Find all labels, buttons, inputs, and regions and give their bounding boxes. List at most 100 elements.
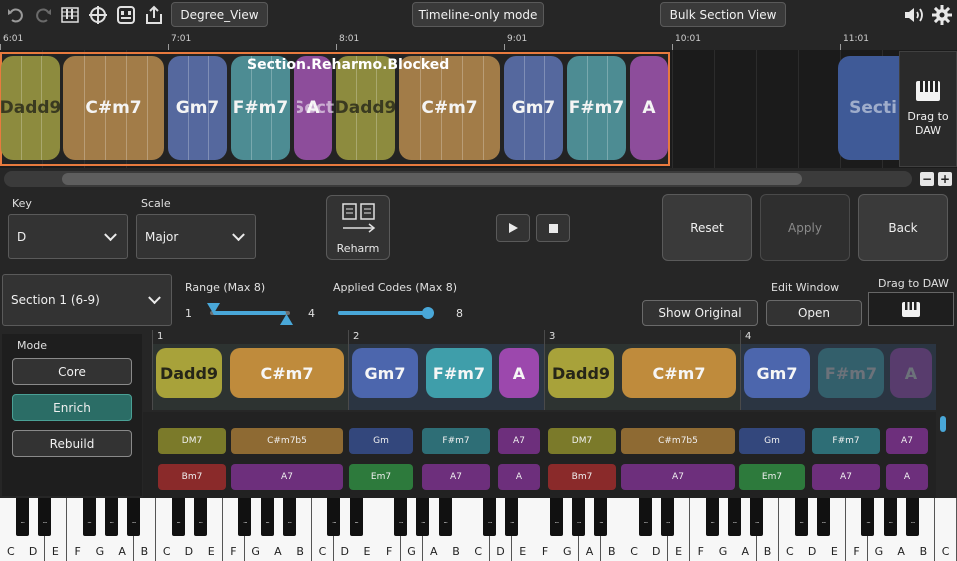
score-icon[interactable] bbox=[58, 3, 82, 27]
section-select[interactable]: Section 1 (6-9) bbox=[2, 274, 172, 326]
undo-icon[interactable] bbox=[4, 3, 28, 27]
drag-to-daw-button[interactable] bbox=[868, 292, 954, 326]
piano-black-key[interactable]: ... bbox=[505, 498, 519, 536]
timeline-ruler[interactable]: 6:01 7:01 8:01 9:01 10:01 11:01 bbox=[0, 30, 957, 50]
back-button[interactable]: Back bbox=[858, 194, 948, 261]
timeline-chord[interactable]: Gm7 bbox=[504, 56, 563, 160]
piano-black-key[interactable]: ... bbox=[483, 498, 497, 536]
suggestion-chord[interactable]: A7 bbox=[621, 464, 735, 490]
piano-black-key[interactable]: ... bbox=[38, 498, 51, 536]
timeline-track[interactable]: Dadd9 C#m7 Gm7 F#m7 A Secti Dadd9 C#m7 G… bbox=[0, 50, 957, 168]
piano-black-key[interactable]: ... bbox=[594, 498, 608, 536]
suggestion-chord[interactable]: Gm bbox=[739, 428, 805, 454]
suggestion-chord[interactable]: Em7 bbox=[349, 464, 413, 490]
mode-rebuild-button[interactable]: Rebuild bbox=[12, 430, 132, 457]
timeline-chord[interactable]: Gm7 bbox=[168, 56, 227, 160]
scrollbar-thumb[interactable] bbox=[62, 173, 802, 185]
piano-black-key[interactable]: ... bbox=[438, 498, 452, 536]
piano-black-key[interactable]: ... bbox=[127, 498, 141, 536]
piano-black-key[interactable]: ... bbox=[705, 498, 719, 536]
stop-button[interactable] bbox=[536, 214, 570, 242]
reharm-button[interactable]: Reharm bbox=[326, 195, 390, 260]
strip-chord[interactable]: Dadd9 bbox=[548, 348, 614, 398]
gear-icon[interactable] bbox=[930, 3, 954, 27]
timeline-chord[interactable]: F#m7 bbox=[567, 56, 626, 160]
piano-black-key[interactable]: ... bbox=[661, 498, 675, 536]
crosshair-icon[interactable] bbox=[86, 3, 110, 27]
piano-black-key[interactable]: ... bbox=[549, 498, 563, 536]
timeline-mode-button[interactable]: Timeline-only mode bbox=[412, 2, 544, 27]
reset-button[interactable]: Reset bbox=[662, 194, 752, 261]
timeline-chord[interactable]: A bbox=[630, 56, 668, 160]
range-start-handle[interactable] bbox=[207, 303, 220, 314]
piano-keyboard[interactable]: CDEFGABCDEFGABCDEFGABCDEFGABCDEFGABCDEFG… bbox=[0, 498, 957, 561]
piano-black-key[interactable]: ... bbox=[82, 498, 96, 536]
suggestion-chord[interactable]: A7 bbox=[498, 428, 540, 454]
export-icon[interactable] bbox=[142, 3, 166, 27]
piano-black-key[interactable]: ... bbox=[260, 498, 274, 536]
degree-view-button[interactable]: Degree_View bbox=[171, 2, 268, 27]
piano-black-key[interactable]: ... bbox=[349, 498, 363, 536]
mode-enrich-button[interactable]: Enrich bbox=[12, 394, 132, 421]
piano-black-key[interactable]: ... bbox=[282, 498, 296, 536]
piano-black-key[interactable]: ... bbox=[238, 498, 252, 536]
strip-chord[interactable]: A bbox=[499, 348, 539, 398]
strip-chord[interactable]: Gm7 bbox=[352, 348, 418, 398]
zoom-out-button[interactable]: − bbox=[920, 172, 934, 186]
suggestion-chord[interactable]: A bbox=[498, 464, 540, 490]
suggestion-chord[interactable]: Bm7 bbox=[548, 464, 616, 490]
timeline-scrollbar[interactable] bbox=[4, 171, 912, 187]
timeline-chord[interactable]: C#m7 bbox=[63, 56, 164, 160]
piano-black-key[interactable]: ... bbox=[883, 498, 897, 536]
speaker-icon[interactable] bbox=[902, 3, 926, 27]
piano-black-key[interactable]: ... bbox=[750, 498, 764, 536]
suggestion-chord[interactable]: DM7 bbox=[548, 428, 616, 454]
piano-black-key[interactable]: ... bbox=[861, 498, 875, 536]
strip-chord[interactable]: F#m7 bbox=[818, 348, 884, 398]
piano-black-key[interactable]: ... bbox=[15, 498, 29, 536]
strip-chord[interactable]: Dadd9 bbox=[156, 348, 222, 398]
suggestion-chord[interactable]: C#m7b5 bbox=[231, 428, 343, 454]
piano-black-key[interactable]: ... bbox=[794, 498, 808, 536]
open-edit-window-button[interactable]: Open bbox=[766, 300, 862, 326]
suggestion-chord[interactable]: A7 bbox=[886, 428, 928, 454]
suggestion-chord[interactable]: DM7 bbox=[158, 428, 226, 454]
suggestion-chord[interactable]: C#m7b5 bbox=[621, 428, 735, 454]
suggestion-chord[interactable]: A7 bbox=[812, 464, 880, 490]
piano-black-key[interactable]: ... bbox=[727, 498, 741, 536]
piano-white-key[interactable]: C bbox=[934, 498, 957, 561]
range-end-handle[interactable] bbox=[280, 314, 293, 325]
suggestion-chord[interactable]: A bbox=[886, 464, 928, 490]
drag-to-daw-timeline[interactable]: Drag to DAW bbox=[899, 51, 957, 167]
piano-black-key[interactable]: ... bbox=[638, 498, 652, 536]
play-button[interactable] bbox=[496, 214, 530, 242]
piano-black-key[interactable]: ... bbox=[572, 498, 586, 536]
piano-black-key[interactable]: ... bbox=[104, 498, 118, 536]
suggestion-scrollbar[interactable] bbox=[940, 416, 946, 432]
piano-black-key[interactable]: ... bbox=[193, 498, 207, 536]
piano-black-key[interactable]: ... bbox=[416, 498, 430, 536]
redo-icon[interactable] bbox=[31, 3, 55, 27]
strip-chord[interactable]: F#m7 bbox=[426, 348, 492, 398]
applied-codes-handle[interactable] bbox=[422, 307, 434, 319]
suggestion-chord[interactable]: A7 bbox=[422, 464, 490, 490]
strip-chord[interactable]: C#m7 bbox=[622, 348, 736, 398]
show-original-button[interactable]: Show Original bbox=[642, 300, 758, 326]
suggestion-chord[interactable]: Em7 bbox=[739, 464, 805, 490]
suggestion-chord[interactable]: Gm bbox=[349, 428, 413, 454]
next-section-block[interactable]: Secti bbox=[838, 56, 908, 160]
mode-core-button[interactable]: Core bbox=[12, 358, 132, 385]
timeline-chord[interactable]: Dadd9 bbox=[1, 56, 60, 160]
suggestion-chord[interactable]: Bm7 bbox=[158, 464, 226, 490]
piano-black-key[interactable]: ... bbox=[394, 498, 408, 536]
midi-icon[interactable] bbox=[114, 3, 138, 27]
zoom-in-button[interactable]: + bbox=[938, 172, 952, 186]
suggestion-chord[interactable]: A7 bbox=[231, 464, 343, 490]
scale-select[interactable]: Major bbox=[136, 214, 256, 259]
strip-chord[interactable]: C#m7 bbox=[230, 348, 344, 398]
key-select[interactable]: D bbox=[8, 214, 128, 259]
suggestion-chord[interactable]: F#m7 bbox=[422, 428, 490, 454]
apply-button[interactable]: Apply bbox=[760, 194, 850, 261]
suggestion-chord[interactable]: F#m7 bbox=[812, 428, 880, 454]
bulk-section-view-button[interactable]: Bulk Section View bbox=[660, 2, 786, 27]
